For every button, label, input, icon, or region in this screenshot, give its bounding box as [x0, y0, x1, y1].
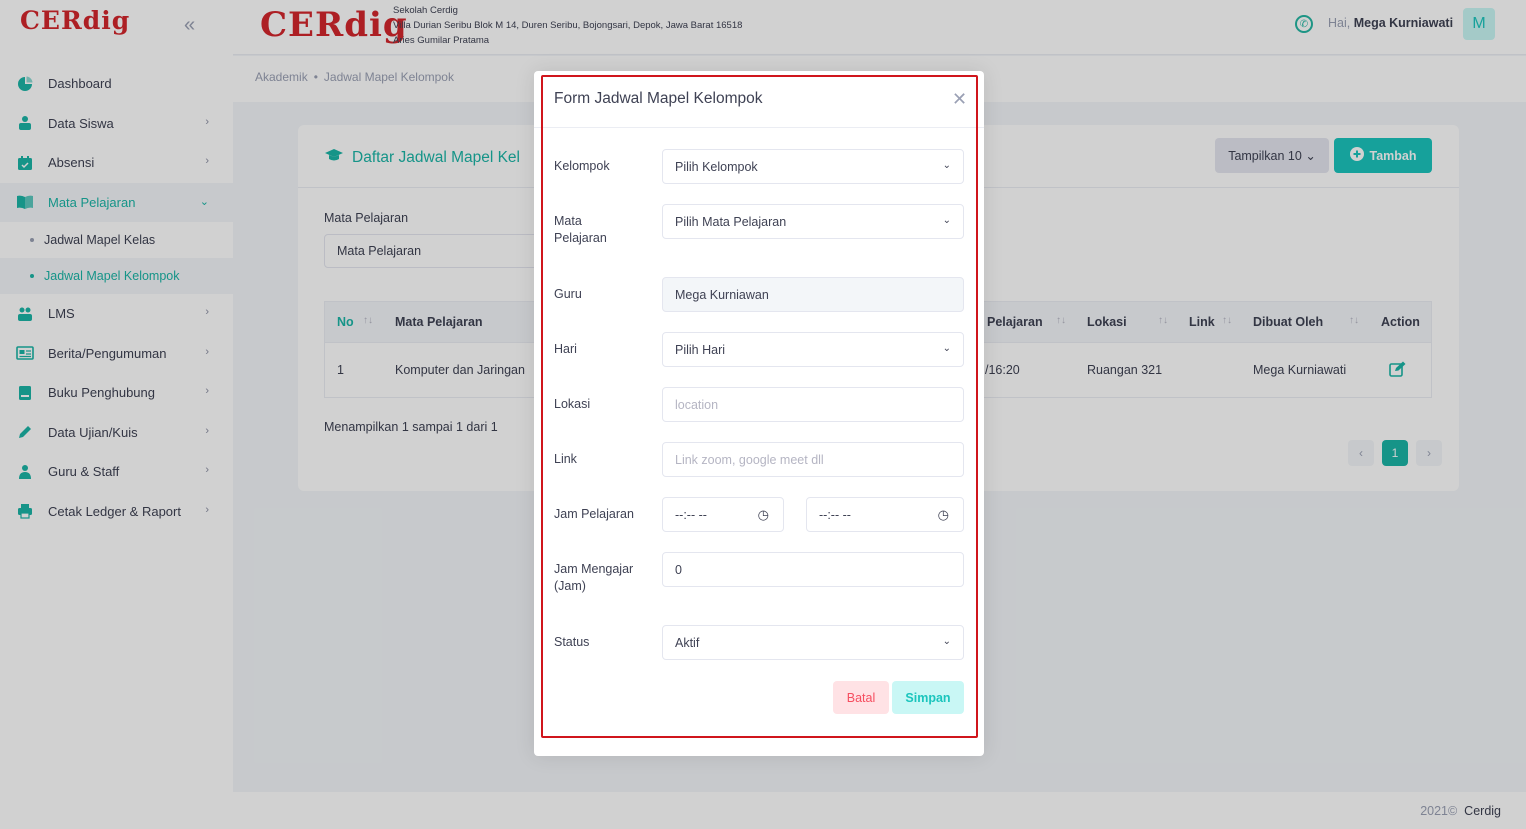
kelompok-label: Kelompok	[554, 159, 610, 173]
close-icon[interactable]: ✕	[952, 89, 967, 110]
time-end-value: --:-- --	[819, 507, 851, 522]
link-label: Link	[554, 452, 577, 466]
mapel-label-line: Pelajaran	[554, 231, 607, 245]
hari-select[interactable]: Pilih Hari ⌄	[662, 332, 964, 367]
jam-pelajaran-label: Jam Pelajaran	[554, 507, 634, 521]
guru-label: Guru	[554, 287, 582, 301]
jam-mengajar-label-line: (Jam)	[554, 579, 586, 593]
lokasi-input[interactable]: location	[662, 387, 964, 422]
jam-mengajar-label-line: Jam Mengajar	[554, 562, 634, 576]
kelompok-select[interactable]: Pilih Kelompok ⌄	[662, 149, 964, 184]
status-label: Status	[554, 635, 590, 649]
cancel-button[interactable]: Batal	[833, 681, 889, 714]
chevron-down-icon: ⌄	[942, 343, 951, 354]
clock-icon[interactable]: ◷	[938, 507, 949, 523]
status-select[interactable]: Aktif ⌄	[662, 625, 964, 660]
kelompok-value: Pilih Kelompok	[675, 159, 758, 174]
status-value: Aktif	[675, 635, 700, 650]
save-button[interactable]: Simpan	[892, 681, 964, 714]
hari-value: Pilih Hari	[675, 342, 726, 357]
form-modal: Form Jadwal Mapel Kelompok ✕ Kelompok Pi…	[534, 71, 984, 756]
jam-mengajar-input[interactable]: 0	[662, 552, 964, 587]
time-end-input[interactable]: --:-- -- ◷	[806, 497, 964, 532]
modal-header: Form Jadwal Mapel Kelompok ✕	[534, 71, 984, 128]
link-input[interactable]: Link zoom, google meet dll	[662, 442, 964, 477]
guru-field: Mega Kurniawan	[662, 277, 964, 312]
jam-mengajar-label: Jam Mengajar (Jam)	[554, 561, 654, 595]
chevron-down-icon: ⌄	[942, 636, 951, 647]
mapel-label: Mata Pelajaran	[554, 213, 654, 247]
mapel-value: Pilih Mata Pelajaran	[675, 214, 787, 229]
mapel-select[interactable]: Pilih Mata Pelajaran ⌄	[662, 204, 964, 239]
hari-label: Hari	[554, 342, 577, 356]
mapel-label-line: Mata	[554, 214, 582, 228]
chevron-down-icon: ⌄	[942, 160, 951, 171]
chevron-down-icon: ⌄	[942, 215, 951, 226]
lokasi-label: Lokasi	[554, 397, 591, 411]
time-start-value: --:-- --	[675, 507, 707, 522]
modal-title: Form Jadwal Mapel Kelompok	[554, 90, 763, 107]
clock-icon[interactable]: ◷	[758, 507, 769, 523]
time-start-input[interactable]: --:-- -- ◷	[662, 497, 784, 532]
